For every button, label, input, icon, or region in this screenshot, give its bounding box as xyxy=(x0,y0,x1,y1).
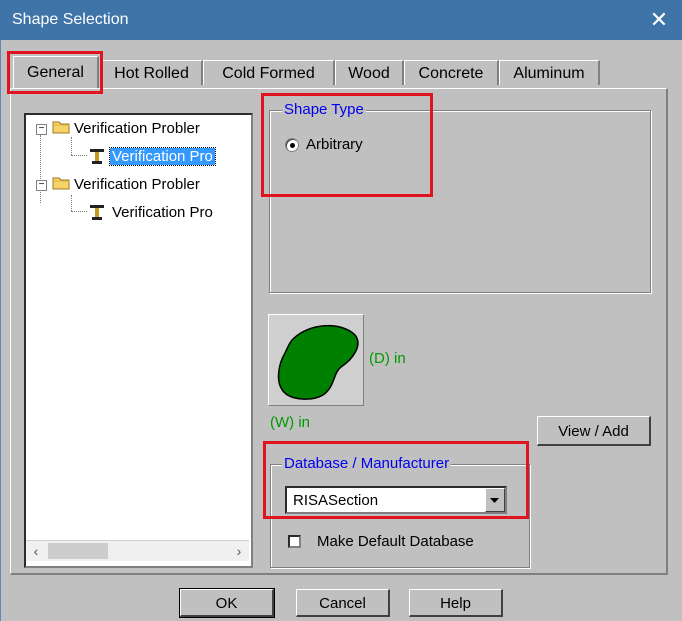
arbitrary-shape-icon xyxy=(277,324,359,400)
shape-type-legend: Shape Type xyxy=(282,101,366,118)
shape-preview xyxy=(268,314,364,406)
make-default-checkbox[interactable] xyxy=(288,535,301,548)
scroll-left-icon[interactable]: ‹ xyxy=(26,541,46,561)
tab-concrete[interactable]: Concrete xyxy=(404,60,499,85)
database-select-value: RISASection xyxy=(293,492,379,509)
i-beam-icon xyxy=(90,205,104,220)
tree-item-label: Verification Pro xyxy=(112,204,213,221)
tab-label: Wood xyxy=(348,65,390,82)
arbitrary-radio[interactable] xyxy=(285,138,299,152)
view-add-button[interactable]: View / Add xyxy=(537,416,651,446)
tree-connector xyxy=(40,135,41,203)
tab-hot-rolled[interactable]: Hot Rolled xyxy=(101,60,203,85)
tree-item-label: Verification Pro xyxy=(109,147,216,166)
database-legend: Database / Manufacturer xyxy=(282,455,452,472)
tab-wood[interactable]: Wood xyxy=(335,60,404,85)
arbitrary-label[interactable]: Arbitrary xyxy=(306,136,363,153)
database-group xyxy=(270,464,530,568)
depth-label: (D) in xyxy=(369,350,406,367)
tree-item-folder[interactable]: Verification Probler xyxy=(74,118,200,140)
title-bar: Shape Selection ✕ xyxy=(0,0,682,40)
database-select[interactable]: RISASection xyxy=(285,486,507,514)
ok-button[interactable]: OK xyxy=(179,588,275,618)
tree-horizontal-scrollbar[interactable]: ‹ › xyxy=(26,540,249,561)
tab-label: Cold Formed xyxy=(222,65,315,82)
tab-general[interactable]: General xyxy=(13,56,99,88)
folder-icon xyxy=(52,177,70,190)
tree-connector xyxy=(71,211,87,212)
tree-connector xyxy=(71,137,72,155)
tab-label: General xyxy=(27,64,84,81)
tab-label: Hot Rolled xyxy=(114,65,189,82)
close-icon[interactable]: ✕ xyxy=(644,5,674,35)
tab-cold-formed[interactable]: Cold Formed xyxy=(203,60,335,85)
tree-item-folder[interactable]: Verification Probler xyxy=(74,174,200,196)
tab-label: Concrete xyxy=(418,65,484,82)
tree-item-label: Verification Probler xyxy=(74,176,200,193)
collapse-icon[interactable]: − xyxy=(36,180,47,191)
chevron-down-icon xyxy=(490,498,499,503)
make-default-label[interactable]: Make Default Database xyxy=(317,533,474,550)
scroll-right-icon[interactable]: › xyxy=(229,541,249,561)
tab-aluminum[interactable]: Aluminum xyxy=(499,60,600,85)
tab-label: Aluminum xyxy=(513,65,585,82)
tree-item-label: Verification Probler xyxy=(74,120,200,137)
tree-item-shape[interactable]: Verification Pro xyxy=(109,146,216,168)
radio-selected-dot xyxy=(290,143,295,148)
collapse-icon[interactable]: − xyxy=(36,124,47,135)
folder-icon xyxy=(52,121,70,134)
dropdown-button[interactable] xyxy=(485,488,505,512)
shape-tree[interactable]: − Verification Probler Verification Pro … xyxy=(24,113,253,568)
window-border xyxy=(0,40,1,621)
i-beam-icon xyxy=(90,149,104,164)
scroll-thumb[interactable] xyxy=(48,543,108,559)
tree-connector xyxy=(71,155,87,156)
cancel-button[interactable]: Cancel xyxy=(296,589,390,617)
help-button[interactable]: Help xyxy=(409,589,503,617)
window-title: Shape Selection xyxy=(12,11,129,28)
tree-item-shape[interactable]: Verification Pro xyxy=(112,202,213,224)
width-label: (W) in xyxy=(270,414,310,431)
tree-connector xyxy=(71,195,72,211)
